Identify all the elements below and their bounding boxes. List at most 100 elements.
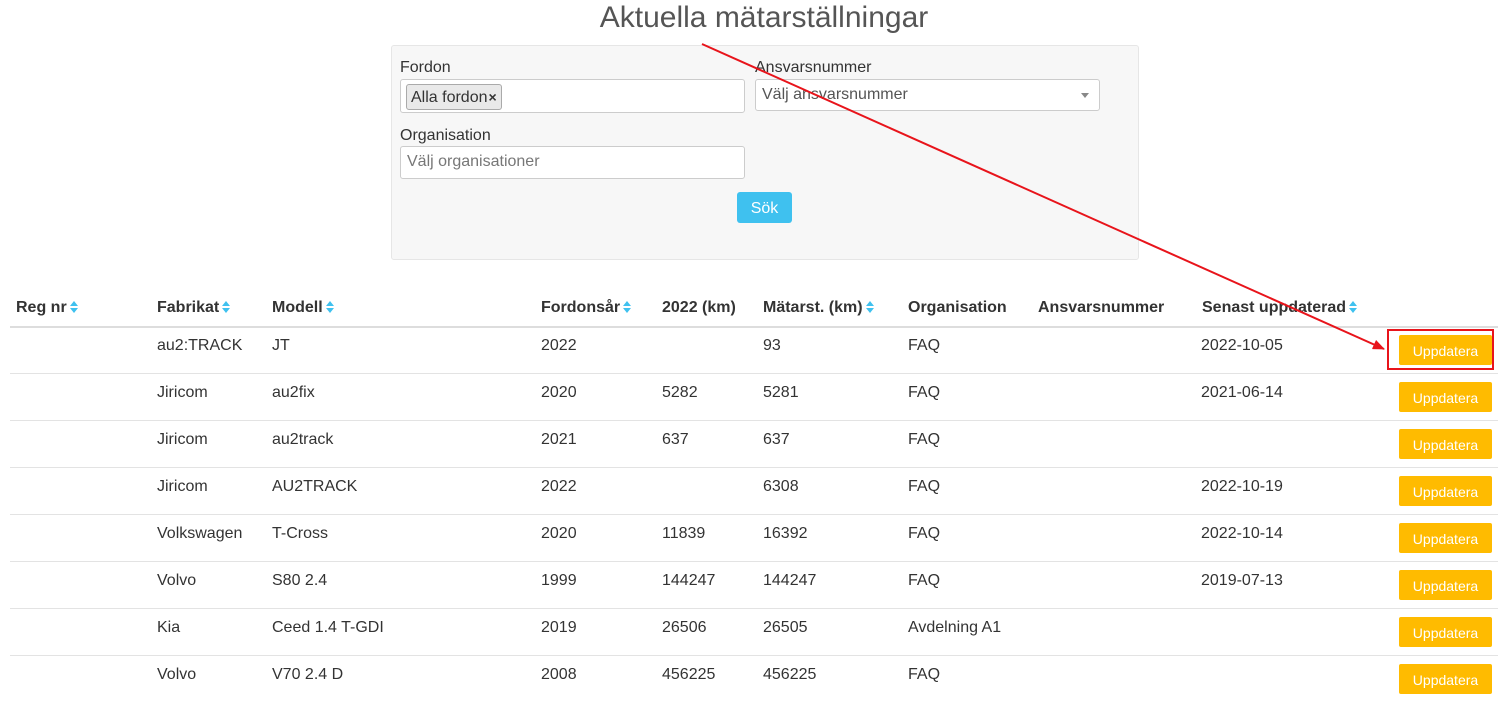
column-header-label: Organisation <box>908 299 1007 316</box>
column-header-label: Fabrikat <box>157 299 220 316</box>
update-button[interactable]: Uppdatera <box>1399 382 1492 412</box>
cell-modell: au2track <box>272 431 334 448</box>
fordon-label: Fordon <box>400 59 451 76</box>
update-button[interactable]: Uppdatera <box>1399 617 1492 647</box>
sort-icon[interactable] <box>325 301 334 313</box>
update-button[interactable]: Uppdatera <box>1399 523 1492 553</box>
update-button[interactable]: Uppdatera <box>1399 664 1492 694</box>
cell-organisation: FAQ <box>908 384 941 401</box>
cell-modell: JT <box>272 337 290 354</box>
cell-fabrikat: Volkswagen <box>157 525 243 542</box>
cell-fabrikat: au2:TRACK <box>157 337 243 354</box>
cell-organisation: FAQ <box>908 431 941 448</box>
cell-senast: 2022-10-14 <box>1201 525 1283 542</box>
column-header-fabrikat[interactable]: Fabrikat <box>157 298 231 318</box>
cell-fordonsar: 2021 <box>541 431 577 448</box>
column-header-matarst[interactable]: Mätarst. (km) <box>763 298 874 318</box>
cell-fabrikat: Jiricom <box>157 478 208 495</box>
cell-organisation: FAQ <box>908 525 941 542</box>
column-header-label: 2022 (km) <box>662 299 736 316</box>
page-title: Aktuella mätarställningar <box>599 1 929 34</box>
cell-fordonsar: 2020 <box>541 384 577 401</box>
column-header-regnr[interactable]: Reg nr <box>16 298 78 318</box>
cell-modell: T-Cross <box>272 525 328 542</box>
cell-fabrikat: Volvo <box>157 572 197 589</box>
ansvarsnummer-placeholder: Välj ansvarsnummer <box>762 86 908 103</box>
cell-organisation: FAQ <box>908 478 941 495</box>
cell-km2022: 11839 <box>662 525 706 542</box>
cell-fabrikat: Jiricom <box>157 431 208 448</box>
cell-matarst: 5281 <box>763 384 799 401</box>
column-header-label: Fordonsår <box>541 299 621 316</box>
sort-icon[interactable] <box>865 301 874 313</box>
sort-icon[interactable] <box>69 301 78 313</box>
column-header-organisation: Organisation <box>908 298 1007 318</box>
column-header-fordonsar[interactable]: Fordonsår <box>541 298 632 318</box>
cell-senast: 2022-10-19 <box>1201 478 1283 495</box>
organisation-select[interactable]: Välj organisationer <box>400 146 745 179</box>
table-row: Volkswagen T-Cross 2020 11839 16392 FAQ 2022-1… <box>0 515 1498 562</box>
sort-icon[interactable] <box>222 301 231 313</box>
cell-matarst: 144247 <box>763 572 817 589</box>
cell-km2022: 637 <box>662 431 689 448</box>
table-row: Jiricom au2fix 2020 5282 5281 FAQ 2021-06-14 Up… <box>0 374 1498 421</box>
update-button[interactable]: Uppdatera <box>1399 335 1492 365</box>
cell-senast: 2019-07-13 <box>1201 572 1283 589</box>
cell-senast: 2022-10-05 <box>1201 337 1283 354</box>
update-button[interactable]: Uppdatera <box>1399 476 1492 506</box>
table-row: Volvo S80 2.4 1999 144247 144247 FAQ 2019-07-1… <box>0 562 1498 609</box>
fordon-select[interactable]: Alla fordon× <box>400 79 745 113</box>
cell-fordonsar: 2022 <box>541 337 577 354</box>
cell-matarst: 6308 <box>763 478 799 495</box>
column-header-2022: 2022 (km) <box>662 298 736 318</box>
table-row: au2:TRACK JT 2022 93 FAQ 2022-10-05 Uppdatera <box>0 327 1498 374</box>
cell-fordonsar: 2022 <box>541 478 577 495</box>
column-header-modell[interactable]: Modell <box>272 298 334 318</box>
column-header-ansvarsnummer: Ansvarsnummer <box>1038 298 1164 318</box>
cell-fordonsar: 2008 <box>541 666 577 683</box>
filter-panel: Fordon Alla fordon× Ansvarsnummer Välj a… <box>391 45 1139 260</box>
table-row: Jiricom AU2TRACK 2022 6308 FAQ 2022-10-19 Uppd… <box>0 468 1498 515</box>
ansvarsnummer-label: Ansvarsnummer <box>755 59 872 76</box>
column-header-label: Mätarst. (km) <box>763 299 863 316</box>
ansvarsnummer-select[interactable]: Välj ansvarsnummer <box>755 79 1100 111</box>
column-header-label: Reg nr <box>16 299 67 316</box>
cell-matarst: 26505 <box>763 619 808 636</box>
search-button[interactable]: Sök <box>737 192 792 223</box>
cell-fordonsar: 2019 <box>541 619 577 636</box>
column-header-label: Senast uppdaterad <box>1202 299 1347 316</box>
update-button[interactable]: Uppdatera <box>1399 570 1492 600</box>
cell-km2022: 26506 <box>662 619 707 636</box>
remove-tag-icon[interactable]: × <box>489 89 497 105</box>
sort-icon[interactable] <box>1349 301 1358 313</box>
fordon-tag-label: Alla fordon <box>411 89 488 106</box>
table-row: Jiricom au2track 2021 637 637 FAQ Uppdatera <box>0 421 1498 468</box>
cell-modell: Ceed 1.4 T-GDI <box>272 619 384 636</box>
column-header-label: Modell <box>272 299 323 316</box>
cell-fabrikat: Volvo <box>157 666 197 683</box>
cell-organisation: FAQ <box>908 572 941 589</box>
cell-matarst: 637 <box>763 431 790 448</box>
cell-modell: V70 2.4 D <box>272 666 344 683</box>
cell-km2022: 5282 <box>662 384 698 401</box>
cell-fordonsar: 1999 <box>541 572 577 589</box>
cell-fordonsar: 2020 <box>541 525 577 542</box>
column-header-label: Ansvarsnummer <box>1038 299 1165 316</box>
fordon-tag: Alla fordon× <box>406 84 502 110</box>
column-header-senast[interactable]: Senast uppdaterad <box>1202 298 1358 318</box>
organisation-placeholder: Välj organisationer <box>407 153 540 170</box>
cell-modell: au2fix <box>272 384 315 401</box>
chevron-down-icon <box>1081 93 1089 98</box>
cell-matarst: 93 <box>763 337 781 354</box>
cell-modell: AU2TRACK <box>272 478 358 495</box>
sort-icon[interactable] <box>623 301 632 313</box>
cell-matarst: 456225 <box>763 666 817 683</box>
organisation-label: Organisation <box>400 127 491 144</box>
table-row: Kia Ceed 1.4 T-GDI 2019 26506 26505 Avdelning… <box>0 609 1498 656</box>
cell-fabrikat: Kia <box>157 619 181 636</box>
cell-km2022: 456225 <box>662 666 716 683</box>
cell-organisation: FAQ <box>908 666 941 683</box>
cell-senast: 2021-06-14 <box>1201 384 1283 401</box>
cell-organisation: FAQ <box>908 337 941 354</box>
update-button[interactable]: Uppdatera <box>1399 429 1492 459</box>
